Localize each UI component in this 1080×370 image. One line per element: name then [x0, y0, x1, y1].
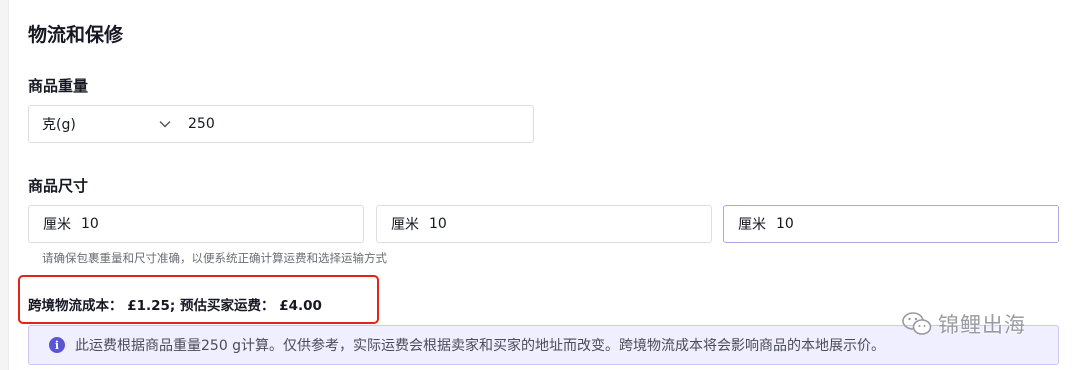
notice-text: 此运费根据商品重量250 g计算。仅供参考，实际运费会根据卖家和买家的地址而改变…	[75, 338, 886, 354]
width-input[interactable]: 厘米 10	[376, 205, 712, 243]
wechat-icon	[902, 312, 932, 335]
width-unit: 厘米	[391, 217, 419, 233]
dimensions-hint: 请确保包裹重量和尺寸准确，以便系统正确计算运费和选择运输方式	[42, 251, 387, 265]
height-value: 10	[776, 216, 794, 232]
dimensions-label: 商品尺寸	[28, 177, 89, 195]
info-icon: i	[49, 337, 65, 353]
height-input[interactable]: 厘米 10	[723, 205, 1059, 243]
highlight-box	[18, 275, 379, 324]
watermark-text: 锦鲤出海	[938, 313, 1026, 337]
logistics-card: 物流和保修 商品重量 克(g) 250 商品尺寸 厘米 10 厘米 10 厘米 …	[8, 0, 1080, 370]
weight-label: 商品重量	[28, 77, 89, 95]
watermark: 锦鲤出海	[902, 309, 1026, 339]
chevron-down-icon[interactable]	[154, 114, 176, 134]
section-title: 物流和保修	[28, 24, 124, 46]
length-value: 10	[81, 216, 99, 232]
weight-input-group: 克(g) 250	[28, 105, 534, 143]
length-unit: 厘米	[43, 217, 71, 233]
width-value: 10	[429, 216, 447, 232]
weight-value-input[interactable]: 250	[188, 116, 215, 132]
length-input[interactable]: 厘米 10	[28, 205, 364, 243]
weight-unit-select[interactable]: 克(g)	[42, 114, 154, 134]
height-unit: 厘米	[738, 217, 766, 233]
